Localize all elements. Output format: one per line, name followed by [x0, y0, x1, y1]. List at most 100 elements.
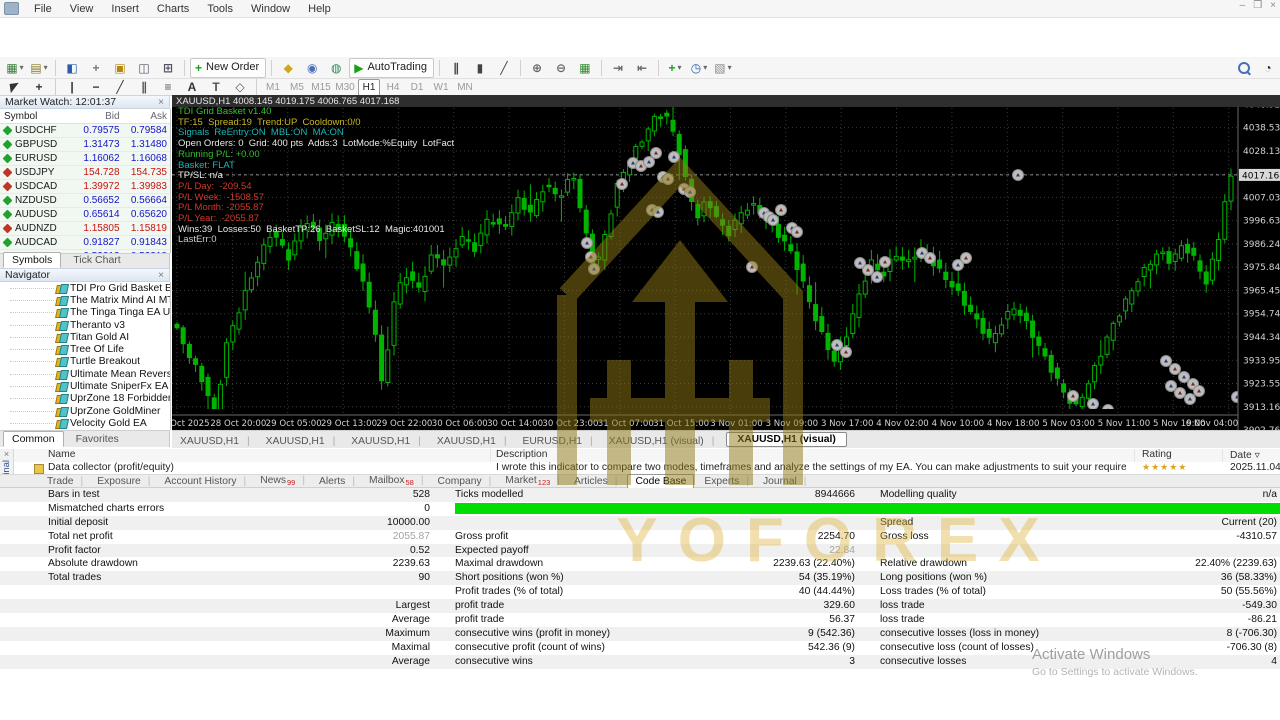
text-tool[interactable]: A [181, 77, 203, 97]
terminal-tab-mailbox[interactable]: Mailbox 58 | [362, 475, 431, 487]
chart-tab[interactable]: XAUUSD,H1 (visual) | [601, 435, 723, 448]
symbol-row[interactable]: AUDUSD 0.65614 0.65620 [0, 208, 170, 222]
zoom-in-button[interactable]: ⊕ [526, 58, 548, 78]
codebase-col-description[interactable]: Description [496, 449, 548, 460]
tab-tick-chart[interactable]: Tick Chart [64, 252, 129, 268]
menu-file[interactable]: File [25, 2, 61, 16]
terminal-tab-account-history[interactable]: Account History | [157, 476, 253, 487]
navigator-item[interactable]: Tree Of Life [0, 343, 170, 356]
hline-tool[interactable]: − [85, 77, 107, 97]
timeframe-mn[interactable]: MN [454, 79, 476, 96]
market-watch-toggle[interactable]: ◧ [61, 58, 83, 78]
codebase-col-date[interactable]: Date ▿ [1230, 449, 1260, 461]
codebase-col-rating[interactable]: Rating [1142, 449, 1172, 460]
codebase-row[interactable]: Data collector (profit/equity) I wrote th… [14, 462, 1280, 474]
crosshair-tool[interactable]: + [28, 77, 50, 97]
terminal-tab-company[interactable]: Company | [431, 476, 499, 487]
menu-charts[interactable]: Charts [148, 2, 198, 16]
timeframe-h1[interactable]: H1 [358, 78, 380, 96]
tab-favorites[interactable]: Favorites [67, 431, 128, 447]
autoscroll-button[interactable]: ⇥ [607, 58, 629, 78]
chart-tab[interactable]: XAUUSD,H1 | [429, 435, 515, 448]
symbol-row[interactable]: USDCHF 0.79575 0.79584 [0, 124, 170, 138]
community-button[interactable]: ◍ [325, 58, 347, 78]
new-chart-button[interactable]: ▦ ▾ [4, 58, 26, 78]
chart-tab-active[interactable]: XAUUSD,H1 (visual) [726, 432, 847, 447]
restore-button[interactable]: ❒ [1253, 0, 1262, 11]
shapes-tool[interactable]: ◇ [229, 77, 251, 97]
terminal-tab-exposure[interactable]: Exposure | [90, 476, 157, 487]
templates-button[interactable]: ▧ ▾ [712, 58, 734, 78]
data-window-toggle[interactable]: + [85, 58, 107, 78]
minimize-button[interactable]: – [1240, 0, 1246, 11]
navigator-item[interactable]: Velocity Gold EA [0, 417, 170, 429]
chart-tab[interactable]: XAUUSD,H1 | [258, 435, 344, 448]
label-tool[interactable]: T [205, 77, 227, 97]
chart-tab[interactable]: XAUUSD,H1 | [172, 435, 258, 448]
autotrading-button[interactable]: ▶ AutoTrading [349, 57, 434, 78]
symbol-row[interactable]: NZDUSD 0.56652 0.56664 [0, 194, 170, 208]
navigator-item[interactable]: TDI Pro Grid Basket EA [0, 282, 170, 294]
menu-insert[interactable]: Insert [102, 2, 148, 16]
symbol-row[interactable]: AUDCAD 0.91827 0.91843 [0, 236, 170, 250]
terminal-tab-code-base[interactable]: Code Base [627, 473, 695, 489]
symbol-row[interactable]: EURUSD 1.16062 1.16068 [0, 152, 170, 166]
tab-symbols[interactable]: Symbols [3, 252, 62, 268]
close-icon[interactable]: × [0, 449, 13, 459]
chart-bars-button[interactable]: ∥ [445, 58, 467, 78]
channel-tool[interactable]: ∥ [133, 77, 155, 97]
timeframe-d1[interactable]: D1 [406, 79, 428, 96]
symbol-row[interactable]: USDJPY 154.728 154.735 [0, 166, 170, 180]
terminal-tab-experts[interactable]: Experts | [697, 476, 756, 487]
symbol-row[interactable]: GBPUSD 1.31473 1.31480 [0, 138, 170, 152]
navigator-item[interactable]: The Tinga Tinga EA Upda [0, 307, 170, 319]
chart-tab[interactable]: EURUSD,H1 | [515, 435, 601, 448]
terminal-tab-alerts[interactable]: Alerts | [312, 476, 362, 487]
timeframe-w1[interactable]: W1 [430, 79, 452, 96]
zoom-out-button[interactable]: ⊖ [550, 58, 572, 78]
navigator-item[interactable]: The Matrix Mind AI MT4 [0, 294, 170, 306]
navigator-toggle[interactable]: ▣ [109, 58, 131, 78]
timeframe-m5[interactable]: M5 [286, 79, 308, 96]
navigator-item[interactable]: Theranto v3 [0, 319, 170, 331]
close-icon[interactable]: × [158, 97, 164, 108]
help-chat-icon[interactable]: ◔ [1257, 58, 1279, 78]
navigator-item[interactable]: Ultimate SniperFx EA [0, 380, 170, 393]
timeframe-m30[interactable]: M30 [334, 79, 356, 96]
search-icon[interactable] [1233, 58, 1255, 78]
symbol-row[interactable]: AUDNZD 1.15805 1.15819 [0, 222, 170, 236]
navigator-item[interactable]: Ultimate Mean Reversion [0, 368, 170, 380]
chart-shift-button[interactable]: ⇤ [631, 58, 653, 78]
chart-candles-button[interactable]: ▮ [469, 58, 491, 78]
chart-area[interactable]: 4048.9254038.5304028.1354007.0303996.635… [156, 95, 1280, 436]
periods-button[interactable]: ◷ ▾ [688, 58, 710, 78]
trendline-tool[interactable]: ╱ [109, 77, 131, 97]
menu-help[interactable]: Help [299, 2, 340, 16]
vline-tool[interactable]: | [61, 77, 83, 97]
fibonacci-tool[interactable]: ≡ [157, 77, 179, 97]
cursor-tool[interactable]: ◤ [4, 77, 26, 97]
terminal-tab-trade[interactable]: Trade | [40, 476, 90, 487]
menu-view[interactable]: View [61, 2, 103, 16]
chat-button[interactable]: ◉ [301, 58, 323, 78]
menu-window[interactable]: Window [242, 2, 299, 16]
symbol-row[interactable]: USDCAD 1.39972 1.39983 [0, 180, 170, 194]
profiles-button[interactable]: ▤ ▾ [28, 58, 50, 78]
timeframe-h4[interactable]: H4 [382, 79, 404, 96]
indicators-button[interactable]: + ▾ [664, 58, 686, 78]
new-order-button[interactable]: + New Order [190, 57, 267, 78]
close-button[interactable]: × [1270, 0, 1276, 11]
chart-line-button[interactable]: ╱ [493, 58, 515, 78]
terminal-toggle[interactable]: ◫ [133, 58, 155, 78]
tab-common[interactable]: Common [3, 431, 64, 447]
timeframe-m1[interactable]: M1 [262, 79, 284, 96]
terminal-tab-articles[interactable]: Articles | [567, 476, 624, 487]
close-icon[interactable]: × [158, 270, 164, 281]
terminal-tab-market[interactable]: Market 123 | [498, 475, 567, 487]
metaeditor-button[interactable]: ◆ [277, 58, 299, 78]
tile-windows-button[interactable]: ▦ [574, 58, 596, 78]
codebase-col-name[interactable]: Name [48, 449, 75, 460]
terminal-tab-journal[interactable]: Journal | [756, 476, 813, 487]
navigator-item[interactable]: Turtle Breakout [0, 356, 170, 368]
strategy-tester-toggle[interactable]: ⊞ [157, 58, 179, 78]
